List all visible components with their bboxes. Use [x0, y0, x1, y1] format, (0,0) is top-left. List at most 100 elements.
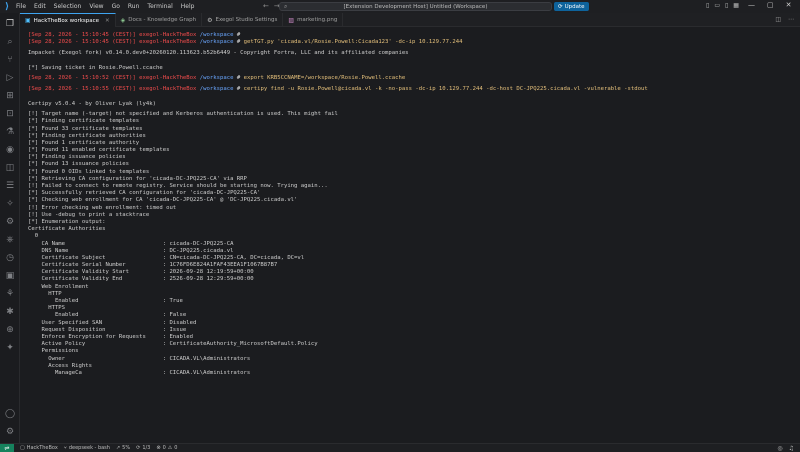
terminal-icon[interactable]: ▣: [3, 269, 17, 283]
extensions-icon[interactable]: ⊞: [3, 89, 17, 103]
terminal-line: [*] Successfully retrieved CA configurat…: [28, 190, 261, 197]
command-center[interactable]: ⌕ [Extension Development Host] Untitled …: [279, 2, 552, 11]
toggle-panel-icon[interactable]: ▭: [714, 2, 720, 9]
menu-view[interactable]: View: [89, 3, 103, 10]
status-workspace[interactable]: ▢ HackTheBox: [20, 445, 58, 451]
terminal-line: CA Name : cicada-DC-JPQ225-CA: [28, 240, 234, 247]
error-icon: ⊗: [156, 445, 161, 451]
branch-icon: ⑂: [63, 445, 67, 451]
terminal-prompt-line: [Sep 28, 2026 - 15:10:45 (CEST)] exegol-…: [28, 39, 463, 46]
menu-file[interactable]: File: [16, 3, 26, 10]
terminal-line: Active Policy : CertificateAuthority_Mic…: [28, 341, 318, 348]
settings-tab-icon: ⚙: [207, 16, 213, 24]
tab-docs-knowledge-graph[interactable]: ◈ Docs - Knowledge Graph: [116, 13, 203, 27]
menu-run[interactable]: Run: [128, 3, 140, 10]
copilot-icon[interactable]: ◎: [777, 445, 782, 452]
toggle-sidebar-icon[interactable]: ▯: [706, 2, 709, 9]
terminal-line: Owner : CICADA.VL\Administrators: [28, 355, 251, 362]
notifications-bell-icon[interactable]: ♫: [789, 445, 794, 452]
tab-marketing-png[interactable]: ▨ marketing.png: [283, 13, 344, 27]
tab-hackthebox-workspace[interactable]: ▣ HackTheBox workspace ✕: [20, 13, 116, 27]
menu-go[interactable]: Go: [112, 3, 120, 10]
update-label: Update: [564, 3, 585, 10]
terminal-line: Certipy v5.0.4 - by Oliver Lyak (ly4k): [28, 100, 156, 107]
terminal-line: [!] Target name (-target) not specified …: [28, 111, 338, 118]
tab-exegol-studio-settings[interactable]: ⚙ Exegol Studio Settings: [202, 13, 284, 27]
terminal-line: Certificate Serial Number : 1C76FD6E824A…: [28, 262, 278, 269]
terminal-line: [*] Checking web enrollment for CA 'cica…: [28, 197, 298, 204]
status-percent[interactable]: ↗ 5%: [116, 445, 130, 451]
terminal-line: Certificate Validity End : 2526-09-28 12…: [28, 276, 254, 283]
graph-icon[interactable]: ⚙: [3, 215, 17, 229]
menu-edit[interactable]: Edit: [34, 3, 46, 10]
terminal-line: User Specified SAN : Disabled: [28, 319, 197, 326]
image-tab-icon: ▨: [288, 16, 295, 24]
status-shell[interactable]: ⑂ deepseek - bash: [64, 445, 110, 451]
title-bar: ⟩ File Edit Selection View Go Run Termin…: [0, 0, 800, 13]
terminal-line: 0: [28, 233, 39, 240]
terminal-line: Access Rights: [28, 362, 92, 369]
update-icon: ⟳: [558, 3, 563, 10]
window-controls: — ▢ ✕: [748, 1, 792, 9]
source-control-icon[interactable]: ⑂: [3, 53, 17, 67]
containers-icon[interactable]: ◫: [3, 161, 17, 175]
menu-terminal[interactable]: Terminal: [147, 3, 172, 10]
more-actions-icon[interactable]: ⋯: [788, 16, 794, 23]
exegol-icon[interactable]: ◉: [3, 143, 17, 157]
star-icon[interactable]: ✦: [3, 341, 17, 355]
remote-indicator-icon[interactable]: ⇌: [0, 443, 14, 452]
update-button[interactable]: ⟳ Update: [554, 2, 589, 11]
terminal-line: [!] Error checking web enrollment: timed…: [28, 204, 177, 211]
files-icon[interactable]: ❐: [3, 17, 17, 31]
terminal-line: Enabled : True: [28, 298, 183, 304]
terminal-line: [*] Found 0 OIDs linked to templates: [28, 168, 150, 175]
terminal-prompt-line: [Sep 28, 2026 - 15:10:45 (CEST)] exegol-…: [28, 32, 241, 38]
maximize-icon[interactable]: ▢: [767, 1, 774, 9]
docs-icon[interactable]: ☰: [3, 179, 17, 193]
menu-help[interactable]: Help: [181, 3, 195, 10]
terminal-prompt-line: [Sep 28, 2026 - 15:10:55 (CEST)] exegol-…: [28, 86, 648, 93]
tab-label: HackTheBox workspace: [33, 17, 100, 24]
testing-icon[interactable]: ⚗: [3, 125, 17, 139]
bug-icon[interactable]: ✱: [3, 305, 17, 319]
terminal-output[interactable]: [Sep 28, 2026 - 15:10:45 (CEST)] exegol-…: [28, 32, 796, 442]
terminal-line: Permissions: [28, 348, 79, 355]
remote-icon[interactable]: ⊡: [3, 107, 17, 121]
history-icon[interactable]: ◷: [3, 251, 17, 265]
sync-icon: ⟳: [136, 445, 141, 451]
close-tab-icon[interactable]: ✕: [105, 18, 110, 24]
terminal-line: Certificate Authorities: [28, 226, 106, 233]
terminal-line: [*] Found 11 enabled certificate templat…: [28, 147, 170, 154]
status-problems[interactable]: ⊗ 0 ⚠ 0: [156, 445, 177, 451]
terminal-line: [*] Found 13 issuance policies: [28, 161, 130, 168]
back-arrow-icon[interactable]: ←: [263, 2, 269, 10]
minimize-icon[interactable]: —: [748, 1, 755, 9]
terminal-line: [*] Found 1 certificate authority: [28, 139, 140, 146]
status-count[interactable]: ⟳ 1/3: [136, 445, 150, 451]
search-icon[interactable]: ⌕: [3, 35, 17, 49]
run-debug-icon[interactable]: ▷: [3, 71, 17, 85]
status-bar: ⇌ ▢ HackTheBox ⑂ deepseek - bash ↗ 5% ⟳ …: [0, 443, 800, 452]
terminal-line: Enabled : False: [28, 312, 187, 319]
vscode-logo-icon: ⟩: [4, 1, 10, 12]
plugin-icon[interactable]: ⊕: [3, 323, 17, 337]
terminal-line: HTTPS: [28, 305, 66, 312]
close-window-icon[interactable]: ✕: [786, 1, 792, 9]
settings-sync-icon[interactable]: ⎈: [3, 233, 17, 247]
editor-actions: ◫ ⋯: [775, 16, 794, 23]
terminal-line: [*] Saving ticket in Rosie.Powell.ccache: [28, 64, 163, 71]
menu-selection[interactable]: Selection: [54, 3, 82, 10]
split-editor-icon[interactable]: ◫: [775, 16, 781, 23]
chart-icon: ↗: [115, 445, 121, 451]
account-icon[interactable]: ◯: [3, 407, 17, 421]
search-icon: ⌕: [284, 2, 288, 10]
flask-icon[interactable]: ⚘: [3, 287, 17, 301]
toggle-secondary-sidebar-icon[interactable]: ▯: [725, 2, 728, 9]
customize-layout-icon[interactable]: ▦: [733, 2, 739, 9]
status-right: ◎ ♫: [777, 445, 794, 452]
ai-icon[interactable]: ✧: [3, 197, 17, 211]
manage-gear-icon[interactable]: ⚙: [3, 425, 17, 439]
terminal-line: ManageCa : CICADA.VL\Administrators: [28, 369, 251, 376]
activity-bar: ❐ ⌕ ⑂ ▷ ⊞ ⊡ ⚗ ◉ ◫ ☰ ✧ ⚙ ⎈ ◷ ▣ ⚘ ✱ ⊕ ✦ ◯ …: [0, 13, 20, 443]
folder-icon: ▢: [20, 445, 25, 451]
